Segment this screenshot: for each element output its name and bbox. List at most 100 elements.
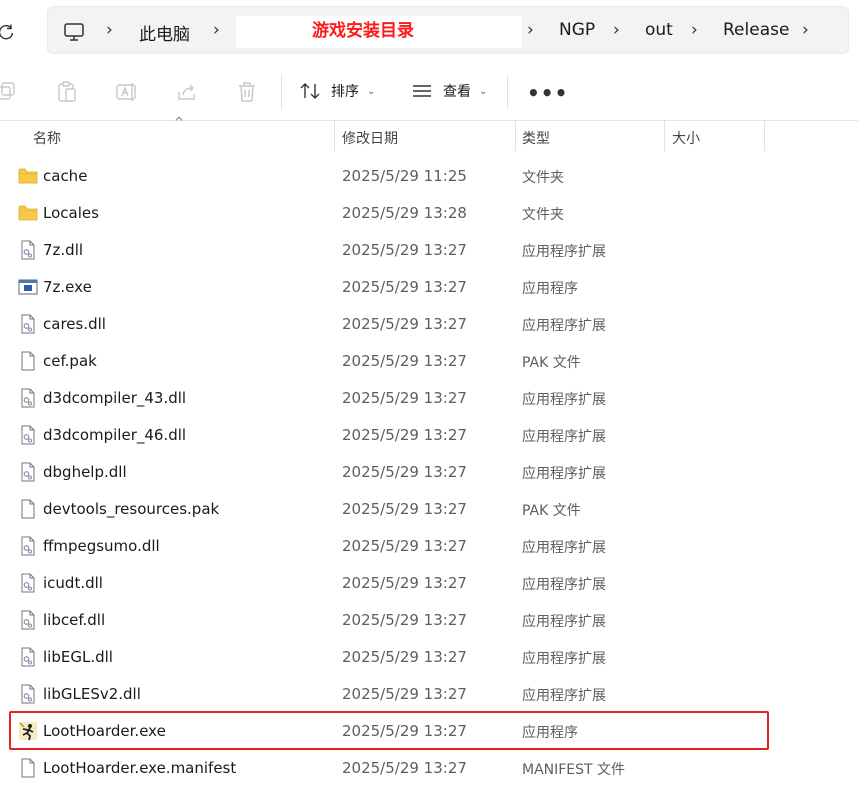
address-area: › 此电脑 › 游戏安装目录 › NGP › out › Release › bbox=[0, 0, 858, 63]
column-divider[interactable] bbox=[515, 121, 516, 151]
file-row[interactable]: devtools_resources.pak 2025/5/29 13:27 PAK… bbox=[0, 491, 858, 528]
file-type: 应用程序扩展 bbox=[522, 614, 606, 630]
file-date: 2025/5/29 13:27 bbox=[342, 463, 467, 481]
file-name: devtools_resources.pak bbox=[43, 500, 220, 518]
file-date: 2025/5/29 13:27 bbox=[342, 352, 467, 370]
exe-icon bbox=[18, 277, 38, 297]
file-row[interactable]: cef.pak 2025/5/29 13:27 PAK 文件 bbox=[0, 343, 858, 380]
rename-icon[interactable] bbox=[115, 80, 139, 104]
file-icon bbox=[18, 499, 38, 519]
file-row[interactable]: 7z.exe 2025/5/29 13:27 应用程序 bbox=[0, 269, 858, 306]
file-row[interactable]: cares.dll 2025/5/29 13:27 应用程序扩展 bbox=[0, 306, 858, 343]
command-bar: 排序 ⌄ 查看 ⌄ ••• bbox=[0, 63, 858, 121]
refresh-icon[interactable] bbox=[0, 22, 16, 42]
file-name: d3dcompiler_43.dll bbox=[43, 389, 187, 407]
file-name: dbghelp.dll bbox=[43, 463, 127, 481]
chevron-right-icon[interactable]: › bbox=[106, 20, 113, 40]
file-date: 2025/5/29 13:27 bbox=[342, 685, 467, 703]
file-name: ffmpegsumo.dll bbox=[43, 537, 160, 555]
file-row[interactable]: 7z.dll 2025/5/29 13:27 应用程序扩展 bbox=[0, 232, 858, 269]
column-divider[interactable] bbox=[664, 121, 665, 151]
computer-icon bbox=[63, 21, 85, 43]
view-list-icon bbox=[413, 85, 431, 97]
column-divider[interactable] bbox=[764, 121, 765, 151]
dll-icon bbox=[18, 425, 38, 445]
file-date: 2025/5/29 13:27 bbox=[342, 648, 467, 666]
file-date: 2025/5/29 13:27 bbox=[342, 426, 467, 444]
file-type: 应用程序扩展 bbox=[522, 318, 606, 334]
file-row[interactable]: ffmpegsumo.dll 2025/5/29 13:27 应用程序扩展 bbox=[0, 528, 858, 565]
chevron-right-icon[interactable]: › bbox=[527, 20, 534, 40]
dll-icon bbox=[18, 240, 38, 260]
file-date: 2025/5/29 13:27 bbox=[342, 759, 467, 777]
toolbar-divider bbox=[281, 75, 282, 109]
file-row[interactable]: Locales 2025/5/29 13:28 文件夹 bbox=[0, 195, 858, 232]
file-row[interactable]: d3dcompiler_46.dll 2025/5/29 13:27 应用程序扩展 bbox=[0, 417, 858, 454]
dll-icon bbox=[18, 573, 38, 593]
file-row[interactable]: dbghelp.dll 2025/5/29 13:27 应用程序扩展 bbox=[0, 454, 858, 491]
chevron-right-icon[interactable]: › bbox=[213, 20, 220, 40]
file-type: 应用程序扩展 bbox=[522, 244, 606, 260]
file-row[interactable]: libGLESv2.dll 2025/5/29 13:27 应用程序扩展 bbox=[0, 676, 858, 713]
file-row[interactable]: cache 2025/5/29 11:25 文件夹 bbox=[0, 158, 858, 195]
share-icon[interactable] bbox=[175, 80, 199, 104]
file-type: PAK 文件 bbox=[522, 503, 581, 519]
file-name: 7z.dll bbox=[43, 241, 84, 259]
file-row[interactable]: d3dcompiler_43.dll 2025/5/29 13:27 应用程序扩展 bbox=[0, 380, 858, 417]
paste-icon[interactable] bbox=[55, 80, 79, 104]
breadcrumb-this-pc[interactable]: 此电脑 bbox=[139, 20, 190, 45]
sort-ascending-icon: ^ bbox=[174, 115, 185, 129]
file-icon bbox=[18, 351, 38, 371]
file-name: 7z.exe bbox=[43, 278, 92, 296]
app-exe-icon bbox=[18, 721, 38, 741]
file-type: 应用程序扩展 bbox=[522, 540, 606, 556]
file-type: 应用程序扩展 bbox=[522, 688, 606, 704]
chevron-right-icon[interactable]: › bbox=[691, 20, 698, 40]
breadcrumb-out[interactable]: out bbox=[645, 20, 673, 40]
sort-label: 排序 bbox=[331, 84, 359, 100]
column-header-size[interactable]: 大小 bbox=[672, 128, 700, 158]
column-header-modified[interactable]: 修改日期 bbox=[342, 128, 398, 158]
breadcrumb-ngp[interactable]: NGP bbox=[559, 20, 595, 40]
dll-icon bbox=[18, 388, 38, 408]
file-name: LootHoarder.exe bbox=[43, 722, 166, 740]
file-date: 2025/5/29 13:27 bbox=[342, 389, 467, 407]
file-date: 2025/5/29 13:27 bbox=[342, 611, 467, 629]
file-date: 2025/5/29 13:28 bbox=[342, 204, 467, 222]
view-button[interactable]: 查看 ⌄ bbox=[411, 77, 487, 105]
file-type: 应用程序 bbox=[522, 281, 578, 297]
chevron-right-icon[interactable]: › bbox=[802, 20, 809, 40]
file-type: 应用程序扩展 bbox=[522, 392, 606, 408]
toolbar-divider bbox=[507, 75, 508, 109]
file-type: 文件夹 bbox=[522, 207, 564, 223]
file-name: cares.dll bbox=[43, 315, 106, 333]
file-date: 2025/5/29 11:25 bbox=[342, 167, 467, 185]
file-date: 2025/5/29 13:27 bbox=[342, 241, 467, 259]
file-row[interactable]: LootHoarder.exe.manifest 2025/5/29 13:27 M… bbox=[0, 750, 858, 787]
dll-icon bbox=[18, 314, 38, 334]
dll-icon bbox=[18, 610, 38, 630]
file-name: d3dcompiler_46.dll bbox=[43, 426, 187, 444]
column-divider[interactable] bbox=[334, 121, 335, 151]
file-date: 2025/5/29 13:27 bbox=[342, 722, 467, 740]
breadcrumb-release[interactable]: Release bbox=[723, 20, 789, 40]
more-options-icon[interactable]: ••• bbox=[527, 81, 568, 105]
delete-icon[interactable] bbox=[235, 80, 259, 104]
file-date: 2025/5/29 13:27 bbox=[342, 537, 467, 555]
file-name: icudt.dll bbox=[43, 574, 103, 592]
file-name: libEGL.dll bbox=[43, 648, 113, 666]
file-type: 应用程序扩展 bbox=[522, 429, 606, 445]
folder-icon bbox=[18, 166, 38, 186]
file-row[interactable]: LootHoarder.exe 2025/5/29 13:27 应用程序 bbox=[0, 713, 858, 750]
column-header-type[interactable]: 类型 bbox=[522, 128, 550, 158]
folder-icon bbox=[18, 203, 38, 223]
copy-icon[interactable] bbox=[0, 80, 18, 104]
column-header-name[interactable]: 名称 bbox=[33, 128, 61, 158]
dll-icon bbox=[18, 684, 38, 704]
file-row[interactable]: icudt.dll 2025/5/29 13:27 应用程序扩展 bbox=[0, 565, 858, 602]
sort-button[interactable]: 排序 ⌄ bbox=[299, 77, 375, 105]
file-icon bbox=[18, 758, 38, 778]
chevron-right-icon[interactable]: › bbox=[613, 20, 620, 40]
file-row[interactable]: libcef.dll 2025/5/29 13:27 应用程序扩展 bbox=[0, 602, 858, 639]
file-row[interactable]: libEGL.dll 2025/5/29 13:27 应用程序扩展 bbox=[0, 639, 858, 676]
